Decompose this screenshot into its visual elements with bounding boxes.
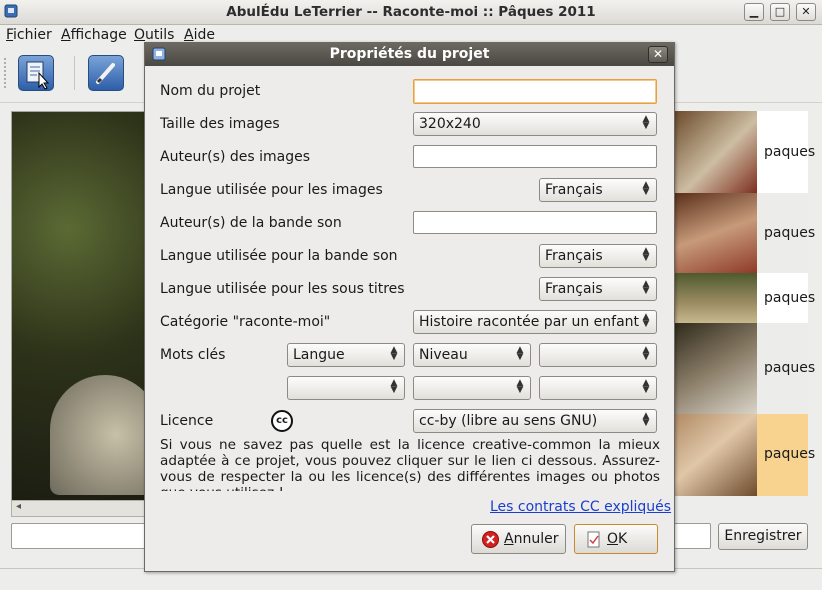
audio-language-select[interactable]: Français ▲ ▼ [539, 244, 657, 268]
cc-contracts-link[interactable]: Les contrats CC expliqués [490, 499, 671, 515]
keywords-select-2[interactable]: Niveau ▲ ▼ [413, 343, 531, 367]
menu-outils[interactable]: Outils [134, 27, 174, 43]
category-select[interactable]: Histoire racontée par un enfant ▲ ▼ [413, 310, 657, 334]
subtitle-language-label: Langue utilisée pour les sous titres [160, 281, 405, 297]
combo-arrows-icon: ▲ ▼ [516, 378, 524, 395]
list-item-label: paques [764, 225, 816, 241]
audio-authors-label: Auteur(s) de la bande son [160, 215, 342, 231]
window-title: AbulÉdu LeTerrier -- Raconte-moi :: Pâqu… [226, 4, 596, 20]
project-name-input[interactable] [413, 79, 657, 104]
combo-arrows-icon: ▲ ▼ [642, 279, 650, 296]
document-edit-icon [26, 61, 50, 90]
project-name-label: Nom du projet [160, 83, 261, 99]
image-size-select[interactable]: 320x240 ▲ ▼ [413, 112, 657, 136]
image-language-label: Langue utilisée pour les images [160, 182, 383, 198]
thumbnail [674, 273, 757, 323]
combo-arrows-icon: ▲ ▼ [642, 378, 650, 395]
combo-arrows-icon: ▲ ▼ [642, 312, 650, 329]
project-properties-dialog: Propriétés du projet ✕ Nom du projet Tai… [144, 42, 675, 572]
window-titlebar: AbulÉdu LeTerrier -- Raconte-moi :: Pâqu… [0, 0, 822, 25]
toolbar-separator [74, 56, 75, 90]
cancel-icon [482, 531, 499, 548]
list-item-label: paques [764, 446, 816, 462]
combo-arrows-icon: ▲ ▼ [642, 114, 650, 131]
subtitle-language-select[interactable]: Français ▲ ▼ [539, 277, 657, 301]
ok-button[interactable]: OK [574, 524, 658, 554]
keywords-select-4[interactable]: ▲ ▼ [287, 376, 405, 400]
menu-aide[interactable]: Aide [184, 27, 215, 43]
pen-icon [96, 63, 115, 84]
list-item-label: paques [764, 290, 816, 306]
save-button[interactable]: Enregistrer [718, 523, 808, 550]
menu-affichage[interactable]: Affichage [61, 27, 127, 43]
maximize-button[interactable]: □ [770, 3, 790, 21]
image-authors-input[interactable] [413, 145, 657, 168]
combo-arrows-icon: ▲ ▼ [516, 345, 524, 362]
combo-arrows-icon: ▲ ▼ [642, 345, 650, 362]
keywords-select-6[interactable]: ▲ ▼ [539, 376, 657, 400]
thumbnail [674, 111, 757, 193]
list-item[interactable]: paques [674, 323, 815, 414]
license-label: Licence [160, 413, 214, 429]
list-item-label: paques [764, 360, 816, 376]
horizontal-scrollbar[interactable]: ◂ [11, 500, 153, 517]
combo-arrows-icon: ▲ ▼ [642, 246, 650, 263]
keywords-label: Mots clés [160, 347, 226, 363]
image-authors-label: Auteur(s) des images [160, 149, 310, 165]
dialog-title: Propriétés du projet [329, 46, 490, 62]
menu-fichier[interactable]: Fichier [6, 27, 52, 43]
dialog-titlebar: Propriétés du projet ✕ [145, 43, 674, 66]
edit-tool[interactable] [88, 55, 124, 91]
list-item[interactable]: paques [674, 111, 815, 193]
image-size-label: Taille des images [160, 116, 280, 132]
audio-language-label: Langue utilisée pour la bande son [160, 248, 398, 264]
combo-arrows-icon: ▲ ▼ [642, 411, 650, 428]
dialog-close-button[interactable]: ✕ [648, 46, 668, 63]
scroll-left-icon[interactable]: ◂ [16, 501, 21, 512]
close-window-button[interactable]: ✕ [796, 3, 816, 21]
cancel-button[interactable]: Annuler [471, 524, 566, 554]
creative-commons-icon: cc [271, 410, 293, 432]
combo-arrows-icon: ▲ ▼ [390, 378, 398, 395]
list-item-selected[interactable]: paques [674, 414, 815, 496]
image-list[interactable]: paques paques paques paques paques [673, 111, 815, 496]
list-item[interactable]: paques [674, 193, 815, 273]
thumbnail [674, 193, 757, 273]
combo-arrows-icon: ▲ ▼ [642, 180, 650, 197]
list-item-label: paques [764, 144, 816, 160]
list-item[interactable]: paques [674, 273, 815, 323]
toolbar-grip [4, 58, 9, 88]
license-help-text: Si vous ne savez pas quelle est la licen… [160, 437, 660, 491]
keywords-select-1[interactable]: Langue ▲ ▼ [287, 343, 405, 367]
keywords-select-3[interactable]: ▲ ▼ [539, 343, 657, 367]
license-select[interactable]: cc-by (libre au sens GNU) ▲ ▼ [413, 409, 657, 433]
combo-arrows-icon: ▲ ▼ [390, 345, 398, 362]
project-properties-tool[interactable] [18, 55, 54, 91]
ok-icon [587, 531, 600, 548]
image-language-select[interactable]: Français ▲ ▼ [539, 178, 657, 202]
minimize-button[interactable]: ▁ [744, 3, 764, 21]
audio-authors-input[interactable] [413, 211, 657, 234]
caption-input[interactable] [11, 523, 151, 549]
keywords-select-5[interactable]: ▲ ▼ [413, 376, 531, 400]
thumbnail [674, 414, 757, 496]
thumbnail [674, 323, 757, 414]
category-label: Catégorie "raconte-moi" [160, 314, 331, 330]
